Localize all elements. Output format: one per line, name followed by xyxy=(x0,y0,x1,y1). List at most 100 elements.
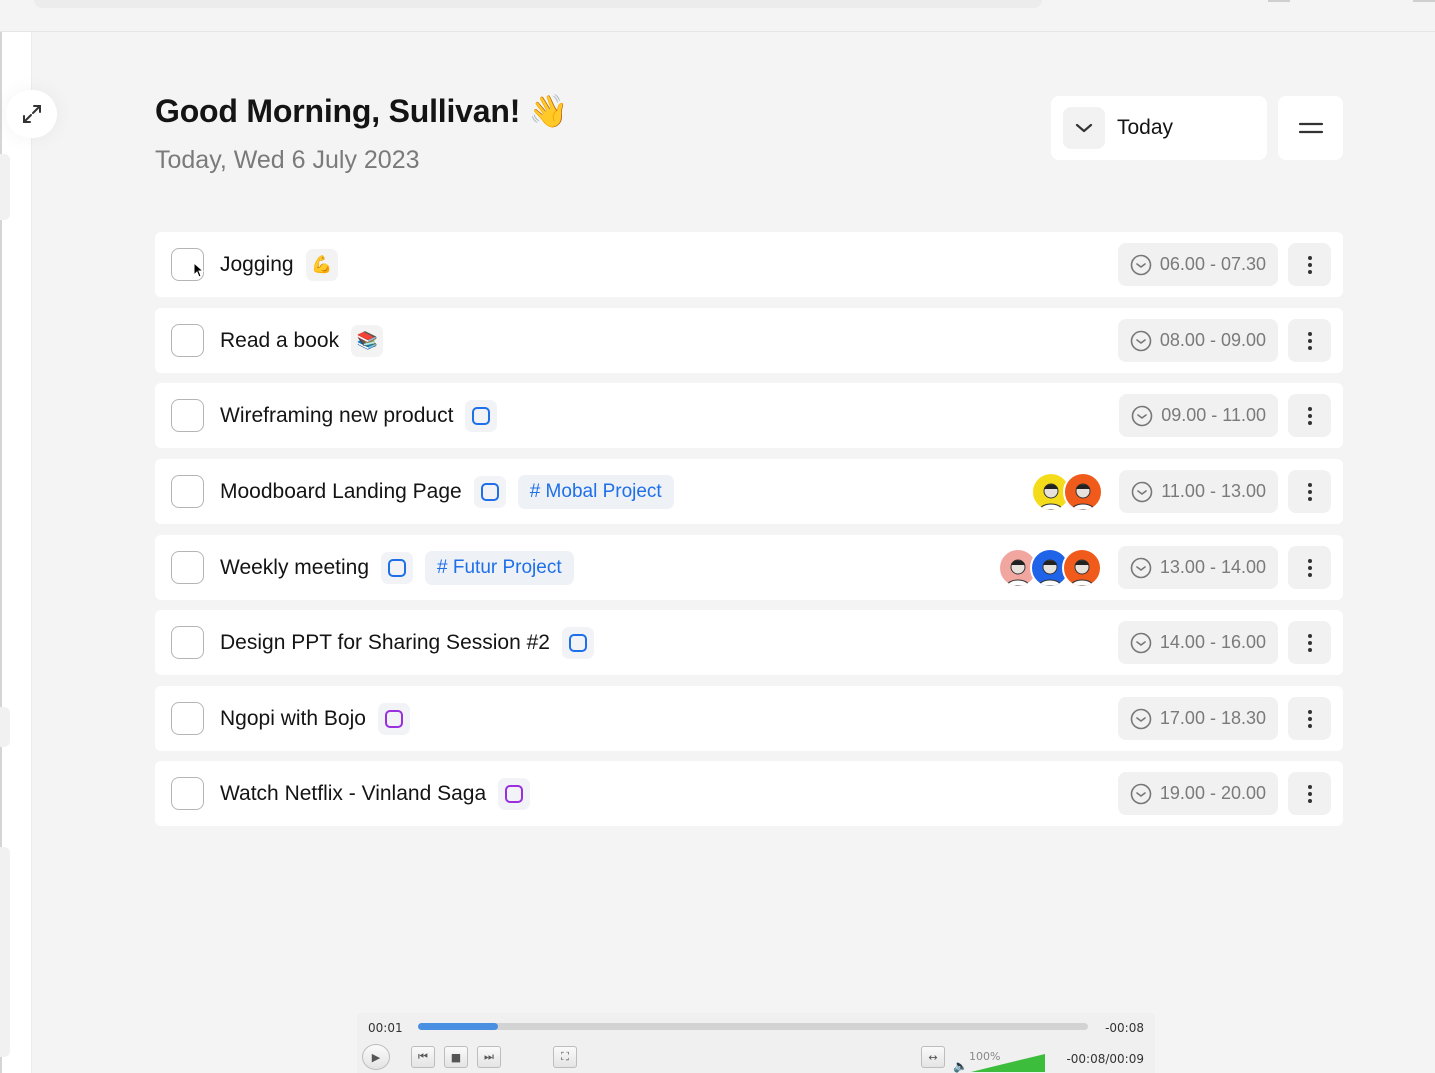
assignee-avatars xyxy=(997,547,1102,588)
task-info: Design PPT for Sharing Session #2 xyxy=(220,610,594,675)
task-title: Watch Netflix - Vinland Saga xyxy=(220,781,487,805)
more-vertical-icon xyxy=(1307,784,1312,803)
task-emoji-icon: 💪 xyxy=(310,254,333,274)
clock-icon xyxy=(1131,481,1153,502)
left-sidebar xyxy=(0,32,32,1073)
clock-icon xyxy=(1130,632,1152,653)
player-durations: -00:08/00:09 xyxy=(1066,1052,1144,1066)
more-vertical-icon xyxy=(1307,709,1312,728)
task-more-button[interactable] xyxy=(1288,697,1331,740)
date-filter-dropdown[interactable]: Today xyxy=(1051,96,1267,160)
task-row[interactable]: Weekly meeting # Futur Project 13.00 - 1… xyxy=(155,535,1343,600)
task-time-badge[interactable]: 13.00 - 14.00 xyxy=(1117,546,1278,589)
task-checkbox[interactable] xyxy=(171,475,204,508)
fit-width-button[interactable]: ↔ xyxy=(921,1046,945,1068)
project-tag[interactable]: # Futur Project xyxy=(425,550,574,585)
clock-icon xyxy=(1130,254,1152,275)
play-icon: ▶ xyxy=(371,1050,381,1064)
task-time-badge[interactable]: 14.00 - 16.00 xyxy=(1117,621,1278,664)
hamburger-icon xyxy=(1298,122,1323,134)
task-row[interactable]: Watch Netflix - Vinland Saga 19.00 - 20.… xyxy=(155,761,1343,826)
task-checkbox[interactable] xyxy=(171,702,204,735)
stop-button[interactable]: ■ xyxy=(444,1046,468,1068)
task-checkbox[interactable] xyxy=(171,551,204,584)
task-row[interactable]: Moodboard Landing Page # Mobal Project 1… xyxy=(155,459,1343,524)
sidebar-notch xyxy=(0,154,10,220)
task-time-badge[interactable]: 09.00 - 11.00 xyxy=(1119,394,1278,437)
task-title: Moodboard Landing Page xyxy=(220,479,462,503)
task-more-button[interactable] xyxy=(1288,243,1331,286)
task-time-range: 19.00 - 20.00 xyxy=(1159,783,1266,803)
expand-icon xyxy=(22,105,41,123)
task-checkbox[interactable] xyxy=(171,777,204,810)
task-row[interactable]: Ngopi with Bojo 17.00 - 18.30 xyxy=(155,686,1343,751)
task-category-icon xyxy=(377,702,410,735)
project-tag[interactable]: # Mobal Project xyxy=(517,474,674,509)
task-time-range: 14.00 - 16.00 xyxy=(1159,632,1266,652)
task-checkbox[interactable] xyxy=(171,626,204,659)
fast-forward-button[interactable]: ⏭ xyxy=(477,1046,501,1068)
task-more-button[interactable] xyxy=(1288,772,1331,815)
task-category-icon xyxy=(465,399,498,432)
task-meta: 06.00 - 07.30 xyxy=(1117,243,1331,286)
task-time-badge[interactable]: 06.00 - 07.30 xyxy=(1117,243,1278,286)
task-time-badge[interactable]: 17.00 - 18.30 xyxy=(1117,697,1278,740)
task-title: Weekly meeting xyxy=(220,555,370,579)
task-checkbox[interactable] xyxy=(171,399,204,432)
page-title: Good Morning, Sullivan! 👋 xyxy=(155,93,569,129)
task-time-range: 08.00 - 09.00 xyxy=(1159,330,1266,350)
more-vertical-icon xyxy=(1307,331,1312,350)
task-category-icon xyxy=(381,551,414,584)
fit-width-icon: ↔ xyxy=(928,1050,938,1064)
task-time-badge[interactable]: 19.00 - 20.00 xyxy=(1117,772,1278,815)
fullscreen-button[interactable]: ⛶ xyxy=(553,1046,577,1068)
clock-icon xyxy=(1130,708,1152,729)
task-checkbox[interactable] xyxy=(171,324,204,357)
window-control-icon[interactable] xyxy=(1413,0,1435,2)
rewind-button[interactable]: ⏮ xyxy=(411,1046,435,1068)
task-category-icon xyxy=(473,475,506,508)
task-time-range: 06.00 - 07.30 xyxy=(1159,254,1266,274)
more-vertical-icon xyxy=(1307,482,1312,501)
task-title: Read a book xyxy=(220,328,340,352)
task-more-button[interactable] xyxy=(1288,621,1331,664)
assignee-avatars xyxy=(1031,471,1104,512)
clock-icon xyxy=(1130,783,1152,804)
task-more-button[interactable] xyxy=(1288,470,1331,513)
top-search-bar[interactable] xyxy=(34,0,1042,8)
task-info: Moodboard Landing Page # Mobal Project xyxy=(220,459,674,524)
player-seek-bar[interactable] xyxy=(418,1023,1088,1030)
menu-button[interactable] xyxy=(1278,96,1343,160)
window-control-icon[interactable] xyxy=(1268,0,1290,2)
more-vertical-icon xyxy=(1307,558,1312,577)
task-meta: 08.00 - 09.00 xyxy=(1117,319,1331,362)
avatar[interactable] xyxy=(1063,471,1104,512)
fast-forward-icon: ⏭ xyxy=(484,1050,494,1063)
task-time-badge[interactable]: 11.00 - 13.00 xyxy=(1119,470,1278,513)
task-row[interactable]: Jogging 💪 06.00 - 07.30 xyxy=(155,232,1343,297)
expand-button[interactable] xyxy=(6,90,57,138)
avatar[interactable] xyxy=(1061,547,1102,588)
task-time-range: 13.00 - 14.00 xyxy=(1159,557,1266,577)
clock-icon xyxy=(1130,557,1152,578)
task-more-button[interactable] xyxy=(1288,394,1331,437)
task-row[interactable]: Wireframing new product 09.00 - 11.00 xyxy=(155,383,1343,448)
mouse-cursor-icon xyxy=(193,262,205,278)
sidebar-notch xyxy=(0,707,10,747)
task-title: Wireframing new product xyxy=(220,403,454,427)
task-row[interactable]: Read a book 📚 08.00 - 09.00 xyxy=(155,308,1343,373)
chevron-down-icon[interactable] xyxy=(1063,107,1105,149)
more-vertical-icon xyxy=(1307,255,1312,274)
task-time-badge[interactable]: 08.00 - 09.00 xyxy=(1117,319,1278,362)
task-more-button[interactable] xyxy=(1288,319,1331,362)
sidebar-notch xyxy=(0,847,10,1057)
play-button[interactable]: ▶ xyxy=(362,1044,390,1070)
task-info: Weekly meeting # Futur Project xyxy=(220,535,574,600)
task-more-button[interactable] xyxy=(1288,546,1331,589)
task-title: Ngopi with Bojo xyxy=(220,706,366,730)
task-meta: 14.00 - 16.00 xyxy=(1117,621,1331,664)
task-meta: 11.00 - 13.00 xyxy=(1031,470,1331,513)
volume-slider[interactable]: 🔈 xyxy=(953,1053,1049,1073)
clock-icon xyxy=(1131,405,1153,426)
task-row[interactable]: Design PPT for Sharing Session #2 14.00 … xyxy=(155,610,1343,675)
